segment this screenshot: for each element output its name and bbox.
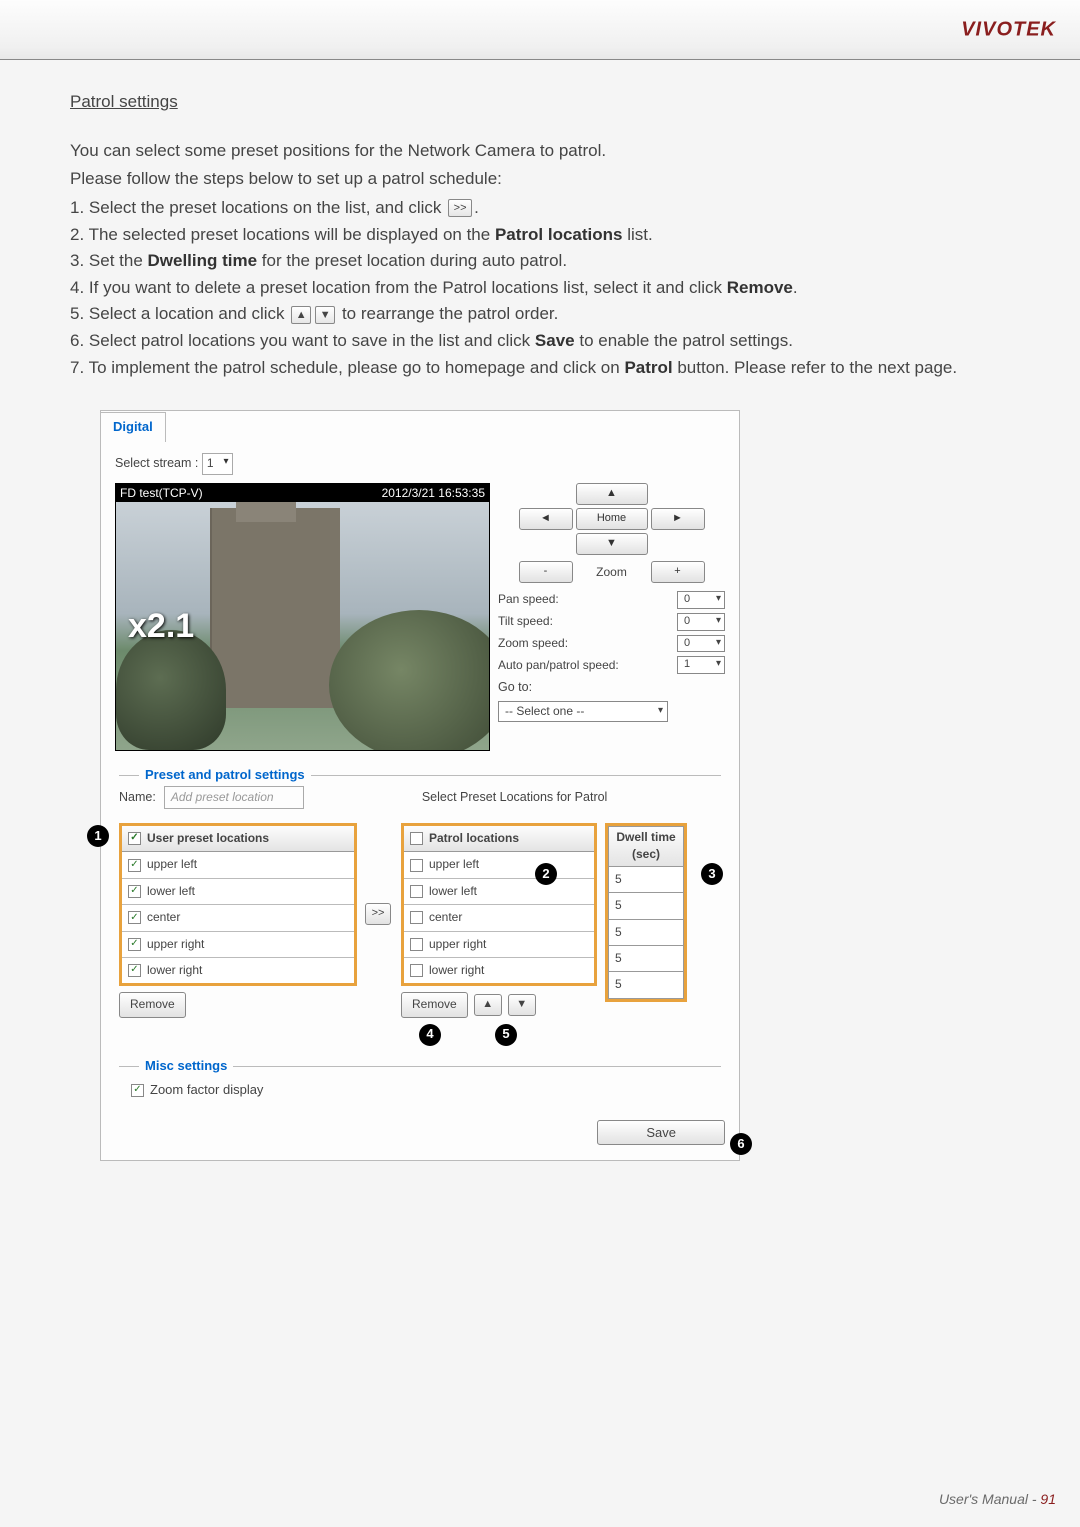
annotation-1: 1: [87, 825, 109, 847]
patrol-header: Patrol locations: [429, 830, 519, 847]
preset-legend: Preset and patrol settings: [139, 766, 311, 785]
patrol-remove-button[interactable]: Remove: [401, 992, 468, 1017]
ptz-down-button[interactable]: ▼: [576, 533, 648, 555]
ptz-home-button[interactable]: Home: [576, 508, 648, 530]
zoom-factor-label: Zoom factor display: [150, 1081, 263, 1100]
video-timestamp: 2012/3/21 16:53:35: [382, 484, 485, 502]
ptz-left-button[interactable]: ◄: [519, 508, 573, 530]
preset-name-input[interactable]: Add preset location: [164, 786, 304, 809]
checkbox[interactable]: [410, 859, 423, 872]
add-icon: >>: [448, 199, 472, 217]
pan-speed-label: Pan speed:: [498, 591, 559, 608]
step-6: 6. Select patrol locations you want to s…: [70, 329, 1020, 354]
intro-line-2: Please follow the steps below to set up …: [70, 167, 1020, 192]
down-icon: ▼: [315, 306, 335, 324]
list-item[interactable]: ✓lower left: [122, 879, 354, 905]
list-item[interactable]: ✓center: [122, 905, 354, 931]
annotation-4: 4: [419, 1024, 441, 1046]
pan-speed-select[interactable]: 0: [677, 591, 725, 609]
annotation-3: 3: [701, 863, 723, 885]
goto-select[interactable]: -- Select one --: [498, 701, 668, 722]
dwell-value[interactable]: 5: [608, 893, 684, 919]
step-3: 3. Set the Dwelling time for the preset …: [70, 249, 1020, 274]
checkbox[interactable]: [410, 911, 423, 924]
save-button[interactable]: Save: [597, 1120, 725, 1145]
video-source-label: FD test(TCP-V): [120, 484, 203, 502]
auto-speed-select[interactable]: 1: [677, 656, 725, 674]
dwell-header: Dwell time(sec): [608, 826, 684, 867]
dwell-value[interactable]: 5: [608, 972, 684, 998]
checkbox[interactable]: ✓: [128, 964, 141, 977]
stream-select[interactable]: 1: [202, 453, 233, 474]
page-footer: User's Manual - 91: [939, 1491, 1056, 1507]
checkbox[interactable]: ✓: [128, 911, 141, 924]
zoom-factor-checkbox[interactable]: ✓: [131, 1084, 144, 1097]
step-2: 2. The selected preset locations will be…: [70, 223, 1020, 248]
zoom-in-button[interactable]: +: [651, 561, 705, 583]
goto-label: Go to:: [498, 680, 532, 694]
annotation-5: 5: [495, 1024, 517, 1046]
step-4: 4. If you want to delete a preset locati…: [70, 276, 1020, 301]
auto-speed-label: Auto pan/patrol speed:: [498, 657, 619, 674]
list-item[interactable]: center: [404, 905, 594, 931]
zoom-label: Zoom: [576, 561, 648, 583]
tab-digital[interactable]: Digital: [100, 412, 166, 442]
list-item[interactable]: upper left: [404, 852, 594, 878]
step-1: 1. Select the preset locations on the li…: [70, 196, 1020, 221]
list-item[interactable]: lower left: [404, 879, 594, 905]
checkbox[interactable]: [410, 964, 423, 977]
misc-legend: Misc settings: [139, 1057, 233, 1076]
brand-label: VIVOTEK: [961, 18, 1056, 41]
step-7: 7. To implement the patrol schedule, ple…: [70, 356, 1020, 381]
step-5: 5. Select a location and click ▲▼ to rea…: [70, 302, 1020, 327]
checkbox[interactable]: ✓: [128, 885, 141, 898]
name-label: Name:: [119, 788, 156, 806]
zoom-speed-label: Zoom speed:: [498, 635, 568, 652]
zoom-speed-select[interactable]: 0: [677, 635, 725, 653]
preset-check-all[interactable]: ✓: [128, 832, 141, 845]
tilt-speed-select[interactable]: 0: [677, 613, 725, 631]
video-preview: FD test(TCP-V) 2012/3/21 16:53:35 x2.1: [115, 483, 490, 751]
stream-label: Select stream :: [115, 456, 198, 470]
dwell-value[interactable]: 5: [608, 867, 684, 893]
intro-line-1: You can select some preset positions for…: [70, 139, 1020, 164]
up-icon: ▲: [291, 306, 311, 324]
user-preset-table: ✓ User preset locations ✓upper left ✓lowe…: [119, 823, 357, 986]
move-down-button[interactable]: ▼: [508, 994, 536, 1016]
dwell-value[interactable]: 5: [608, 920, 684, 946]
move-up-button[interactable]: ▲: [474, 994, 502, 1016]
zoom-factor-overlay: x2.1: [128, 602, 194, 651]
tilt-speed-label: Tilt speed:: [498, 613, 553, 630]
checkbox[interactable]: [410, 885, 423, 898]
patrol-check-all[interactable]: [410, 832, 423, 845]
patrol-locations-table: Patrol locations upper left lower left c…: [401, 823, 597, 986]
preset-header: User preset locations: [147, 830, 269, 847]
checkbox[interactable]: [410, 938, 423, 951]
dwell-value[interactable]: 5: [608, 946, 684, 972]
add-to-patrol-button[interactable]: >>: [365, 903, 391, 925]
checkbox[interactable]: ✓: [128, 859, 141, 872]
checkbox[interactable]: ✓: [128, 938, 141, 951]
ptz-up-button[interactable]: ▲: [576, 483, 648, 505]
list-item[interactable]: ✓upper left: [122, 852, 354, 878]
annotation-6: 6: [730, 1133, 752, 1155]
section-title: Patrol settings: [70, 90, 178, 115]
ptz-right-button[interactable]: ►: [651, 508, 705, 530]
list-item[interactable]: ✓lower right: [122, 958, 354, 983]
select-patrol-label: Select Preset Locations for Patrol: [422, 788, 608, 806]
zoom-out-button[interactable]: -: [519, 561, 573, 583]
list-item[interactable]: ✓upper right: [122, 932, 354, 958]
list-item[interactable]: lower right: [404, 958, 594, 983]
preset-remove-button[interactable]: Remove: [119, 992, 186, 1017]
list-item[interactable]: upper right: [404, 932, 594, 958]
annotation-2: 2: [535, 863, 557, 885]
